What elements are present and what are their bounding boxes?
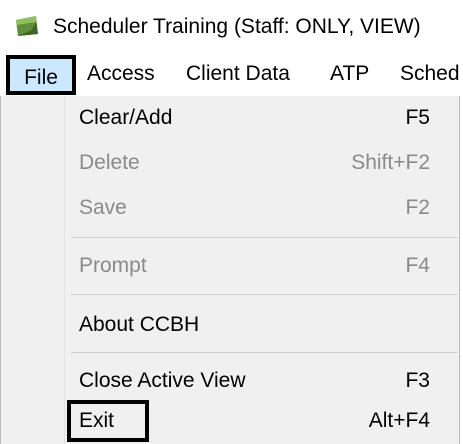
menu-item-prompt[interactable]: Prompt F4 (65, 244, 457, 288)
menu-item-shortcut: F3 (405, 369, 430, 392)
file-dropdown-menu: Clear/Add F5 Delete Shift+F2 Save F2 Pro… (0, 96, 460, 444)
menu-item-delete[interactable]: Delete Shift+F2 (65, 141, 457, 185)
menu-item-shortcut: F4 (405, 254, 430, 277)
menu-item-label: Close Active View (79, 369, 246, 392)
exit-highlight-box (67, 400, 149, 442)
menu-separator (71, 294, 457, 295)
menu-item-shortcut: Shift+F2 (351, 151, 430, 174)
menu-item-about[interactable]: About CCBH (65, 303, 457, 347)
menu-icon-gutter (1, 96, 64, 444)
menu-access[interactable]: Access (87, 52, 155, 96)
window-title: Scheduler Training (Staff: ONLY, VIEW) (53, 15, 421, 38)
menu-item-label: Prompt (79, 254, 147, 277)
menu-item-shortcut: F2 (405, 196, 430, 219)
menu-atp[interactable]: ATP (330, 52, 369, 96)
menu-item-label: Save (79, 196, 127, 219)
menu-sched[interactable]: Sched (400, 52, 460, 96)
menu-item-label: About CCBH (79, 313, 200, 336)
menu-separator (71, 237, 457, 238)
scheduler-app-icon (16, 16, 38, 36)
menu-bar: File Access Client Data ATP Sched (0, 52, 463, 96)
menu-item-save[interactable]: Save F2 (65, 186, 457, 230)
title-bar: Scheduler Training (Staff: ONLY, VIEW) (0, 0, 463, 52)
menu-client-data[interactable]: Client Data (186, 52, 290, 96)
menu-item-label: Delete (79, 151, 140, 174)
menu-item-shortcut: F5 (405, 106, 430, 129)
menu-item-clear-add[interactable]: Clear/Add F5 (65, 96, 457, 140)
menu-file[interactable]: File (6, 55, 76, 95)
menu-item-close-active-view[interactable]: Close Active View F3 (65, 359, 457, 403)
menu-separator (71, 352, 457, 353)
menu-item-label: Clear/Add (79, 106, 173, 129)
menu-item-shortcut: Alt+F4 (368, 409, 430, 432)
